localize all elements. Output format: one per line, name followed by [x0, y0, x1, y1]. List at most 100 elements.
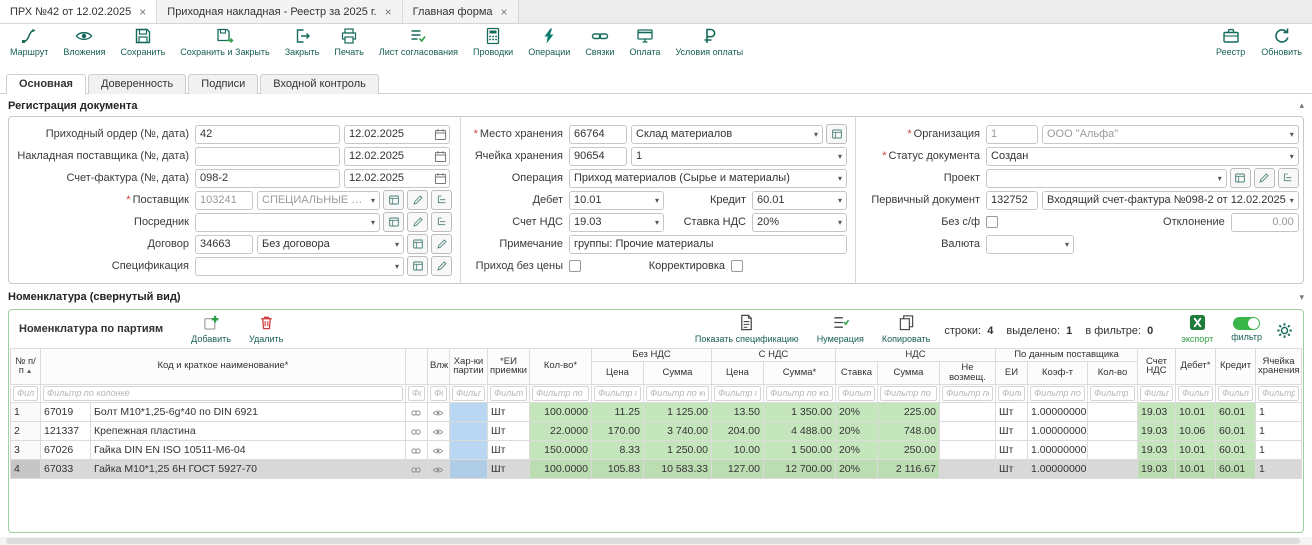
cell-price-no-vat[interactable]: 8.33: [591, 440, 643, 459]
scrollbar-thumb[interactable]: [6, 538, 1300, 544]
status-select[interactable]: Создан: [986, 147, 1299, 166]
payment-button[interactable]: Оплата: [629, 27, 660, 57]
column-filter-input[interactable]: [1258, 386, 1299, 401]
cell-attach[interactable]: [427, 421, 449, 440]
note-input[interactable]: [569, 235, 847, 254]
specification-edit-button[interactable]: [431, 256, 452, 276]
cell-sum-vat[interactable]: 1 500.00: [763, 440, 835, 459]
horizontal-scrollbar[interactable]: [0, 537, 1312, 545]
currency-select[interactable]: [986, 235, 1074, 254]
column-filter-input[interactable]: [490, 386, 527, 401]
debit-select[interactable]: 10.01: [569, 191, 664, 210]
cell-qty[interactable]: 100.0000: [529, 459, 591, 478]
contract-dictionary-button[interactable]: [407, 234, 428, 254]
correction-checkbox[interactable]: [731, 260, 743, 272]
print-button[interactable]: Печать: [334, 27, 363, 57]
calendar-icon[interactable]: [434, 150, 447, 163]
contract-edit-button[interactable]: [431, 234, 452, 254]
close-icon[interactable]: [139, 6, 146, 18]
group-header-supplier-data[interactable]: По данным поставщика: [996, 349, 1138, 362]
organization-code-input[interactable]: [986, 125, 1038, 144]
col-header-credit[interactable]: Кредит: [1216, 349, 1256, 385]
column-filter-input[interactable]: [942, 386, 993, 401]
col-header-vat-rate[interactable]: Ставка: [835, 362, 877, 385]
cell-attach[interactable]: [427, 459, 449, 478]
cell-vat-nonrefund[interactable]: [939, 459, 995, 478]
cell-sup-coef[interactable]: 1.00000000: [1028, 402, 1088, 421]
column-filter-input[interactable]: [1178, 386, 1213, 401]
route-button[interactable]: Маршрут: [10, 27, 48, 57]
cell-code[interactable]: 67026: [41, 440, 91, 459]
cell-credit[interactable]: 60.01: [1216, 402, 1256, 421]
cell-num[interactable]: 2: [11, 421, 41, 440]
vat-rate-select[interactable]: 20%: [752, 213, 847, 232]
registry-button[interactable]: Реестр: [1216, 27, 1245, 57]
operation-select[interactable]: Приход материалов (Сырье и материалы): [569, 169, 847, 188]
cell-vat-account[interactable]: 19.03: [1138, 440, 1176, 459]
cell-qty[interactable]: 150.0000: [529, 440, 591, 459]
cell-name[interactable]: Гайка DIN EN ISO 10511-М6-04: [91, 440, 406, 459]
supplier-dictionary-button[interactable]: [383, 190, 404, 210]
col-header-sum-no-vat[interactable]: Сумма: [643, 362, 711, 385]
chain-icon[interactable]: [409, 426, 424, 438]
calendar-icon[interactable]: [434, 172, 447, 185]
cell-cell[interactable]: 1: [1256, 421, 1302, 440]
cell-vat-rate[interactable]: 20%: [835, 440, 877, 459]
supplier-select[interactable]: СПЕЦИАЛЬНЫЕ МАТЕРИАЛЫ ООО: [257, 191, 380, 210]
eye-icon[interactable]: [431, 445, 446, 457]
cell-sup-coef[interactable]: 1.00000000: [1028, 459, 1088, 478]
no-invoice-checkbox[interactable]: [986, 216, 998, 228]
col-header-price-vat[interactable]: Цена: [711, 362, 763, 385]
cell-sup-unit[interactable]: Шт: [996, 440, 1028, 459]
column-filter-input[interactable]: [1140, 386, 1173, 401]
eye-icon[interactable]: [431, 426, 446, 438]
invoice-number-input[interactable]: [195, 169, 340, 188]
cell-vat-account[interactable]: 19.03: [1138, 421, 1176, 440]
eye-icon[interactable]: [431, 407, 446, 419]
col-header-sum-vat[interactable]: Сумма*: [763, 362, 835, 385]
project-dictionary-button[interactable]: [1230, 168, 1251, 188]
column-filter-input[interactable]: [714, 386, 761, 401]
expand-section-icon[interactable]: [1299, 292, 1304, 303]
cell-sum-no-vat[interactable]: 1 250.00: [643, 440, 711, 459]
receipt-order-number-input[interactable]: [195, 125, 340, 144]
cell-code[interactable]: 121337: [41, 421, 91, 440]
cell-sup-unit[interactable]: Шт: [996, 421, 1028, 440]
cell-unit[interactable]: Шт: [487, 459, 529, 478]
column-filter-input[interactable]: [646, 386, 709, 401]
no-price-checkbox[interactable]: [569, 260, 581, 272]
nomenclature-collapsed-bar[interactable]: Номенклатура (свернутый вид): [0, 287, 1312, 307]
storage-code-input[interactable]: [569, 125, 627, 144]
column-filter-input[interactable]: [532, 386, 589, 401]
cell-sup-qty[interactable]: [1088, 402, 1138, 421]
cell-qty[interactable]: 22.0000: [529, 421, 591, 440]
cell-cell[interactable]: 1: [1256, 402, 1302, 421]
col-header-link[interactable]: [405, 349, 427, 385]
primary-doc-select[interactable]: Входящий счет-фактура №098-2 от 12.02.20…: [1042, 191, 1299, 210]
cell-unit[interactable]: Шт: [487, 402, 529, 421]
cell-price-vat[interactable]: 10.00: [711, 440, 763, 459]
col-header-sup-qty[interactable]: Кол-во: [1088, 362, 1138, 385]
cell-price-no-vat[interactable]: 105.83: [591, 459, 643, 478]
document-tab-2[interactable]: Приходная накладная - Реестр за 2025 г.: [157, 0, 402, 23]
cell-batch[interactable]: [449, 402, 487, 421]
cell-credit[interactable]: 60.01: [1216, 440, 1256, 459]
delete-row-button[interactable]: Удалить: [249, 314, 283, 344]
project-select[interactable]: [986, 169, 1227, 188]
attachments-button[interactable]: Вложения: [63, 27, 105, 57]
column-filter-input[interactable]: [408, 386, 425, 401]
subtab-2[interactable]: Доверенность: [88, 74, 186, 94]
collapse-section-icon[interactable]: [1299, 100, 1304, 111]
cell-link[interactable]: [405, 402, 427, 421]
cell-vat-sum[interactable]: 225.00: [877, 402, 939, 421]
subtab-1[interactable]: Основная: [6, 74, 86, 94]
col-header-cell[interactable]: Ячейка хранения: [1256, 349, 1302, 385]
cell-code[interactable]: 67019: [41, 402, 91, 421]
cell-sum-vat[interactable]: 12 700.00: [763, 459, 835, 478]
cell-num[interactable]: 4: [11, 459, 41, 478]
cell-price-vat[interactable]: 13.50: [711, 402, 763, 421]
primary-doc-code-input[interactable]: [986, 191, 1038, 210]
cell-attach[interactable]: [427, 440, 449, 459]
cell-vat-sum[interactable]: 250.00: [877, 440, 939, 459]
table-row[interactable]: 467033Гайка М10*1,25 6Н ГОСТ 5927-70Шт10…: [11, 459, 1302, 478]
